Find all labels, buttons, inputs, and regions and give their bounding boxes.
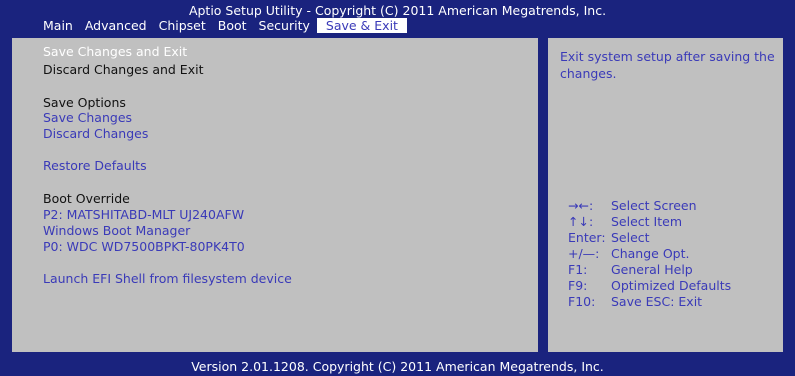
tab-advanced[interactable]: Advanced bbox=[80, 18, 152, 33]
arrow-up-down-icon: ↑↓: bbox=[568, 214, 594, 229]
tab-save-exit[interactable]: Save & Exit bbox=[316, 18, 407, 33]
key-desc: Optimized Defaults bbox=[611, 278, 732, 293]
key-desc: General Help bbox=[611, 262, 693, 277]
menu-item-discard-changes-and-exit[interactable]: Discard Changes and Exit bbox=[43, 62, 203, 77]
menu-panel: Save Changes and Exit Discard Changes an… bbox=[10, 36, 540, 354]
tab-bar: Main Advanced Chipset Boot Security Save… bbox=[38, 18, 409, 33]
key-label: F9: bbox=[568, 278, 588, 293]
key-label: +/—: bbox=[568, 246, 600, 261]
section-heading-save-options: Save Options bbox=[43, 95, 126, 110]
key-label: Enter: bbox=[568, 230, 606, 245]
menu-item-launch-efi-shell[interactable]: Launch EFI Shell from filesystem device bbox=[43, 271, 292, 286]
help-panel: Exit system setup after saving the chang… bbox=[546, 36, 785, 354]
key-desc: Change Opt. bbox=[611, 246, 690, 261]
menu-item-save-changes[interactable]: Save Changes bbox=[43, 110, 132, 125]
tab-chipset[interactable]: Chipset bbox=[154, 18, 211, 33]
key-desc: Select Item bbox=[611, 214, 682, 229]
menu-item-save-changes-and-exit[interactable]: Save Changes and Exit bbox=[43, 44, 187, 59]
key-desc: Select bbox=[611, 230, 650, 245]
arrow-left-right-icon: →←: bbox=[568, 198, 594, 213]
menu-item-restore-defaults[interactable]: Restore Defaults bbox=[43, 158, 147, 173]
tab-boot[interactable]: Boot bbox=[213, 18, 252, 33]
menu-item-boot-windows[interactable]: Windows Boot Manager bbox=[43, 223, 190, 238]
menu-item-discard-changes[interactable]: Discard Changes bbox=[43, 126, 148, 141]
utility-title: Aptio Setup Utility - Copyright (C) 2011… bbox=[188, 3, 607, 18]
key-label: F1: bbox=[568, 262, 588, 277]
tab-security[interactable]: Security bbox=[254, 18, 315, 33]
menu-item-boot-p0[interactable]: P0: WDC WD7500BPKT-80PK4T0 bbox=[43, 239, 245, 254]
help-description: Exit system setup after saving the chang… bbox=[560, 49, 775, 81]
key-desc: Select Screen bbox=[611, 198, 697, 213]
section-heading-boot-override: Boot Override bbox=[43, 191, 130, 206]
key-label: F10: bbox=[568, 294, 596, 309]
key-desc: Save ESC: Exit bbox=[611, 294, 703, 309]
version-footer: Version 2.01.1208. Copyright (C) 2011 Am… bbox=[191, 359, 604, 374]
tab-main[interactable]: Main bbox=[38, 18, 78, 33]
menu-item-boot-p2[interactable]: P2: MATSHITABD-MLT UJ240AFW bbox=[43, 207, 244, 222]
top-bar: Aptio Setup Utility - Copyright (C) 2011… bbox=[0, 0, 795, 34]
